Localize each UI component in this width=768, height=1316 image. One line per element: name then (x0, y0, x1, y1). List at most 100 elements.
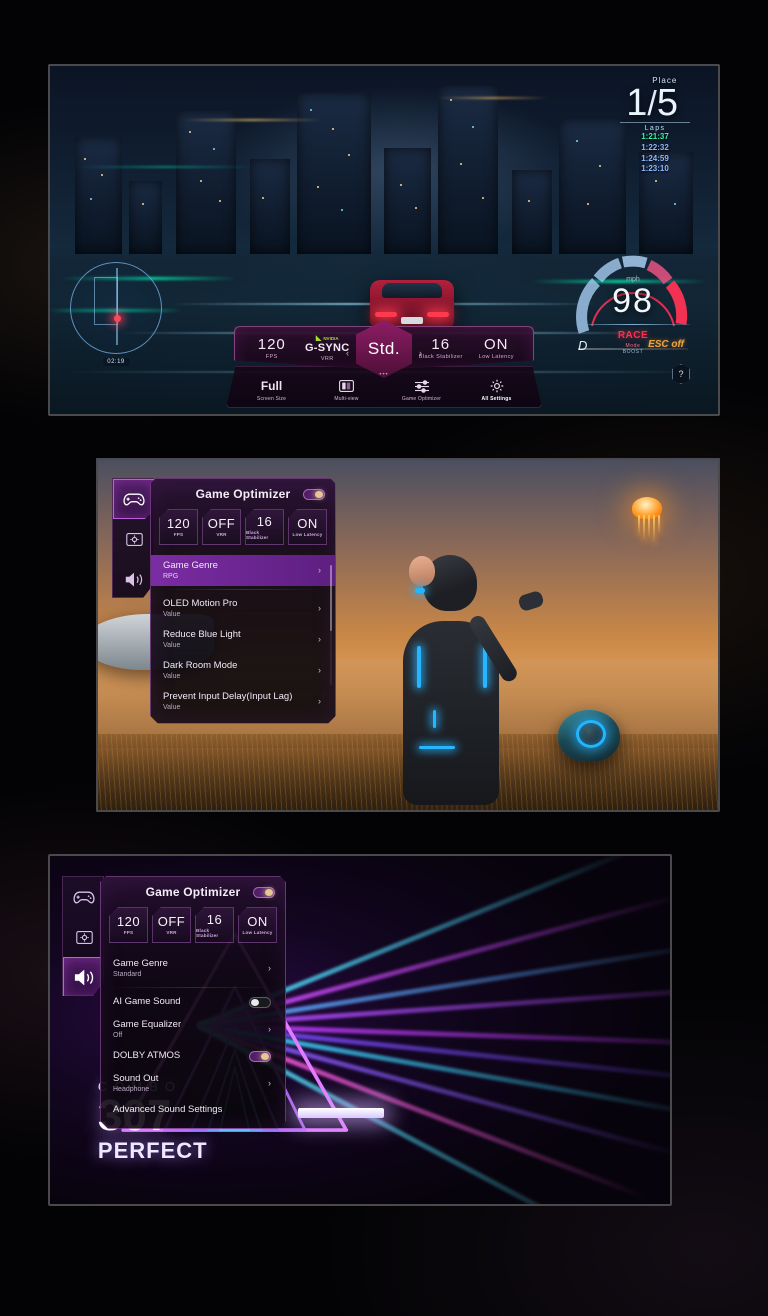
divider (161, 589, 325, 590)
gamebar-item-game-optimizer[interactable]: Game Optimizer (389, 378, 455, 402)
game-bar[interactable]: 120 FPS ◣ NVIDIA G-SYNC VRR 16 Black Stab… (226, 320, 542, 408)
row-value: RPG (163, 572, 179, 580)
osd-row-oled-motion-pro[interactable]: OLED Motion Pro Value › (151, 593, 335, 624)
nvidia-logo: ◣ NVIDIA (315, 335, 339, 342)
game-optimizer-master-toggle[interactable] (253, 887, 275, 898)
minimap: 02:19 (70, 262, 162, 366)
panel-game-optimizer-sound: COMBO 307 PERFECT Game Optimizer 1 (48, 854, 672, 1206)
multiview-icon (314, 378, 380, 394)
stat-key: FPS (265, 353, 278, 360)
osd-card: Game Optimizer 120 FPS OFF VRR 16 Black … (150, 478, 336, 724)
chevron-right-icon: › (268, 1078, 271, 1089)
stat-key: Low Latency (292, 532, 323, 537)
row-label: Prevent Input Delay(Input Lag) (163, 690, 293, 702)
osd-stat-vrr[interactable]: OFF VRR (202, 509, 241, 545)
osd-row-prevent-input-delay[interactable]: Prevent Input Delay(Input Lag) Value › (151, 686, 335, 717)
osd-title: Game Optimizer (195, 487, 291, 501)
panel-game-optimizer-picture: Game Optimizer 120 FPS OFF VRR 16 Black … (96, 458, 720, 812)
rail-display-icon[interactable] (63, 917, 104, 957)
fire-jellyfish (624, 496, 670, 545)
stat-value: 120 (116, 914, 141, 929)
row-label: AI Game Sound (113, 995, 181, 1007)
osd-stat-low-latency[interactable]: ON Low Latency (288, 509, 327, 545)
lap-times: Laps 1:21:37 1:22:32 1:24:59 1:23:10 (620, 122, 690, 175)
osd-category-rail[interactable] (62, 876, 104, 996)
osd-row-game-equalizer[interactable]: Game Equalizer Off › (101, 1014, 285, 1045)
row-label: DOLBY ATMOS (113, 1049, 181, 1061)
minimap-time: 02:19 (103, 358, 129, 366)
gamebar-item-all-settings[interactable]: All Settings (464, 378, 530, 402)
chevron-right-icon: › (268, 963, 271, 974)
laps-label: Laps (644, 125, 666, 132)
boost-label: BOOST (622, 349, 644, 355)
dolby-atmos-toggle[interactable] (249, 1051, 271, 1062)
osd-title: Game Optimizer (145, 885, 241, 899)
divider (111, 987, 275, 988)
row-value: Value (163, 610, 181, 618)
osd-stat-vrr[interactable]: OFF VRR (152, 907, 191, 943)
osd-row-dark-room-mode[interactable]: Dark Room Mode Value › (151, 655, 335, 686)
row-value: Standard (113, 970, 142, 978)
speed-value: 98 (612, 282, 654, 320)
osd-row-sound-out[interactable]: Sound Out Headphone › (101, 1068, 285, 1099)
row-label: OLED Motion Pro (163, 597, 238, 609)
stat-value: ON (297, 516, 318, 531)
osd-stat-fps[interactable]: 120 FPS (159, 509, 198, 545)
gamebar-stat-low-latency[interactable]: ON Low Latency (469, 337, 525, 360)
osd-row-game-genre[interactable]: Game Genre Standard › (101, 953, 285, 984)
osd-row-ai-game-sound[interactable]: AI Game Sound (101, 991, 285, 1014)
osd-header: Game Optimizer (151, 479, 335, 509)
osd-category-rail[interactable] (112, 478, 154, 598)
preset-prev-arrow[interactable]: ‹ (346, 348, 349, 358)
game-optimizer-master-toggle[interactable] (303, 489, 325, 500)
row-value: Value (163, 672, 181, 680)
stat-value: 120 (257, 335, 286, 353)
item-label: All Settings (481, 396, 512, 402)
osd-stat-row: 120 FPS OFF VRR 16 Black Stabilizer ON L… (151, 509, 335, 553)
row-label: Game Equalizer (113, 1018, 182, 1030)
preset-next-arrow[interactable]: › (419, 348, 422, 358)
rail-display-icon[interactable] (113, 519, 154, 559)
osd-card: Game Optimizer 120 FPS OFF VRR 16 Black … (100, 876, 286, 1129)
stat-key: Low Latency (242, 930, 273, 935)
chevron-right-icon: › (318, 665, 321, 676)
gamebar-item-multi-view[interactable]: Multi-view (314, 378, 380, 402)
stat-key: VRR (166, 930, 177, 935)
osd-row-advanced-sound-settings[interactable]: Advanced Sound Settings (101, 1099, 285, 1122)
osd-stat-black-stabilizer[interactable]: 16 Black Stabilizer (195, 907, 234, 943)
lap-time: 1:23:10 (641, 164, 669, 174)
stat-key: VRR (216, 532, 227, 537)
osd-scrollbar[interactable] (330, 565, 332, 685)
stat-key: Black Stabilizer (246, 529, 269, 540)
osd-stat-fps[interactable]: 120 FPS (109, 907, 148, 943)
place-value: 1 (626, 82, 648, 124)
place-indicator: Place 1/5 (626, 76, 678, 124)
gamebar-stat-fps[interactable]: 120 FPS (244, 337, 300, 360)
osd-row-game-genre[interactable]: Game Genre RPG › (151, 555, 335, 586)
osd-stat-black-stabilizer[interactable]: 16 Black Stabilizer (245, 509, 284, 545)
ai-game-sound-toggle[interactable] (249, 997, 271, 1008)
stat-value: 16 (256, 513, 273, 529)
item-label: Screen Size (256, 396, 287, 402)
row-value: Value (163, 703, 181, 711)
osd-row-dolby-atmos[interactable]: DOLBY ATMOS (101, 1045, 285, 1068)
osd-stat-low-latency[interactable]: ON Low Latency (238, 907, 277, 943)
row-label: Game Genre (113, 958, 168, 969)
chevron-right-icon: › (268, 1024, 271, 1035)
panel-racing-gamebar: 02:19 Place 1/5 Laps 1:21:37 1:22:32 1:2… (48, 64, 720, 416)
rail-gamepad-icon[interactable] (113, 479, 154, 519)
row-label: Advanced Sound Settings (113, 1103, 223, 1115)
stat-key: Black Stabilizer (196, 927, 219, 938)
chevron-right-icon: › (318, 696, 321, 707)
gamebar-item-screen-size[interactable]: Full Screen Size (239, 378, 305, 402)
osd-row-reduce-blue-light[interactable]: Reduce Blue Light Value › (151, 624, 335, 655)
osd-stat-row: 120 FPS OFF VRR 16 Black Stabilizer ON L… (101, 907, 285, 951)
stat-value: OFF (207, 516, 236, 531)
judgement-text: PERFECT (97, 1137, 208, 1163)
rail-gamepad-icon[interactable] (63, 877, 104, 917)
row-label: Game Genre (163, 560, 218, 571)
lap-time: 1:24:59 (641, 153, 669, 163)
stat-value: OFF (157, 914, 186, 929)
speedometer: mph 98 RACE Mode D ESC off BOOST (570, 246, 696, 358)
sliders-icon (389, 378, 455, 394)
